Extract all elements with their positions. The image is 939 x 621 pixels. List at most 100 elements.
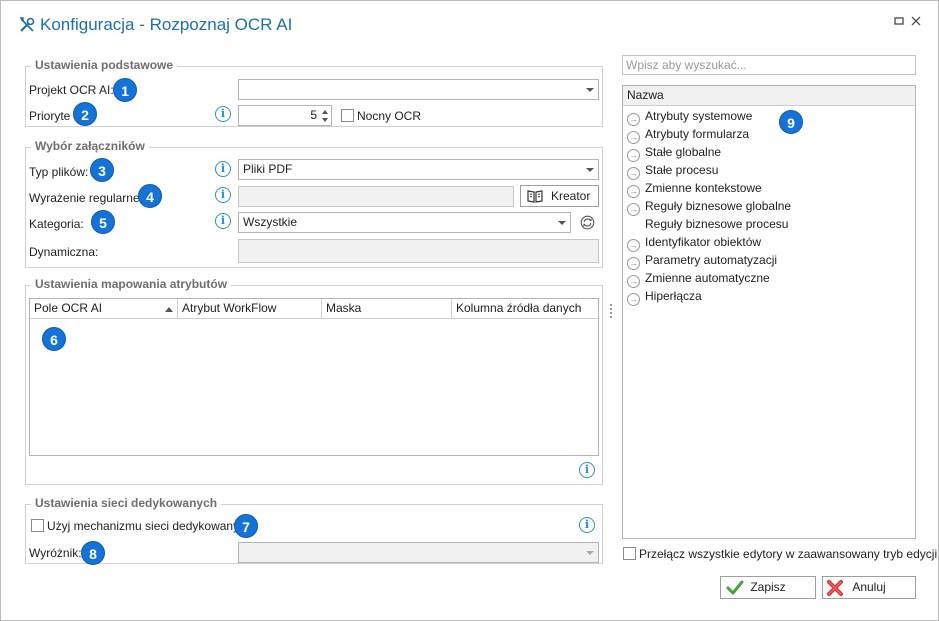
column-header-data-source[interactable]: Kolumna źródła danych [452, 299, 598, 319]
priority-stepper[interactable]: 5 [238, 105, 332, 126]
tree-item-label: Atrybuty formularza [645, 127, 750, 141]
info-icon[interactable]: i [579, 517, 595, 533]
column-header-workflow-attribute[interactable]: Atrybut WorkFlow [178, 299, 322, 319]
tree-item-label: Zmienne kontekstowe [645, 181, 762, 195]
window-title: Konfiguracja - Rozpoznaj OCR AI [40, 15, 293, 34]
close-icon [911, 16, 921, 26]
stepper-arrows-icon[interactable] [321, 108, 329, 124]
category-value: Wszystkie [243, 215, 297, 229]
tree-item[interactable]: → Atrybuty systemowe [627, 107, 753, 126]
priority-label: Prioryte [29, 109, 71, 123]
project-select[interactable] [238, 79, 599, 100]
tree-item-label: Reguły biznesowe globalne [645, 199, 792, 213]
file-type-value: Pliki PDF [243, 162, 293, 176]
dynamic-label: Dynamiczna: [29, 245, 99, 259]
info-icon[interactable]: i [215, 187, 231, 203]
category-select[interactable]: Wszystkie [238, 212, 571, 233]
wizard-button[interactable]: Kreator [520, 185, 599, 207]
regex-input[interactable] [238, 186, 514, 207]
badge-9: 9 [779, 110, 803, 134]
maximize-icon [894, 17, 904, 25]
refresh-icon[interactable] [580, 215, 595, 230]
night-ocr-label: Nocny OCR [357, 109, 422, 123]
mapping-table[interactable]: Pole OCR AI Atrybut WorkFlow Maska Kolum… [29, 298, 599, 456]
cancel-label: Anuluj [852, 580, 886, 594]
mapping-legend: Ustawienia mapowania atrybutów [31, 277, 232, 291]
sort-asc-icon [165, 307, 173, 312]
tree-item[interactable]: → Stałe procesu [627, 161, 719, 180]
arrow-right-circle-icon: → [627, 293, 640, 306]
info-icon[interactable]: i [215, 106, 231, 122]
info-icon[interactable]: i [215, 161, 231, 177]
badge-6: 6 [42, 327, 66, 351]
tree-item[interactable]: → Reguły biznesowe globalne [627, 197, 792, 216]
badge-5: 5 [91, 210, 115, 234]
close-button[interactable] [909, 15, 923, 29]
advanced-mode-label: Przełącz wszystkie edytory w zaawansowan… [639, 547, 938, 561]
tree-item[interactable]: Reguły biznesowe procesu [627, 215, 788, 233]
chevron-down-icon [558, 221, 566, 225]
column-header-label: Maska [326, 301, 362, 315]
column-header-ocr-field[interactable]: Pole OCR AI [30, 299, 178, 319]
basic-settings-legend: Ustawienia podstawowe [31, 58, 178, 72]
cancel-icon [827, 580, 843, 596]
column-header-mask[interactable]: Maska [322, 299, 452, 319]
category-label: Kategoria: [29, 217, 84, 231]
use-network-label: Użyj mechanizmu sieci dedykowanych [47, 519, 252, 533]
dialog-window: Konfiguracja - Rozpoznaj OCR AI Ustawien… [0, 0, 939, 621]
project-label: Projekt OCR AI: [29, 83, 114, 97]
checkmark-icon [726, 580, 744, 595]
tree-item-label: Stałe globalne [645, 145, 722, 159]
tree-item-label: Stałe procesu [645, 163, 719, 177]
column-header-label: Kolumna źródła danych [456, 301, 582, 315]
file-type-label: Typ plików: [29, 165, 89, 179]
splitter-handle[interactable] [610, 304, 612, 318]
wizard-label: Kreator [551, 189, 591, 203]
cancel-button[interactable]: Anuluj [822, 576, 916, 599]
info-icon[interactable]: i [579, 462, 595, 478]
tree-item-label: Atrybuty systemowe [645, 109, 753, 123]
search-input[interactable]: Wpisz aby wyszukać... [622, 55, 916, 75]
tools-icon [20, 17, 35, 32]
tree-item[interactable]: → Atrybuty formularza [627, 125, 750, 144]
tree-header[interactable]: Nazwa [623, 86, 915, 106]
tree-item[interactable]: → Zmienne automatyczne [627, 269, 770, 288]
save-label: Zapisz [750, 580, 786, 594]
priority-value: 5 [310, 108, 317, 122]
tree-item-label: Parametry automatyzacji [645, 253, 778, 267]
tree-item-label: Reguły biznesowe procesu [645, 217, 789, 231]
attachments-legend: Wybór załączników [31, 139, 149, 153]
tree-item[interactable]: → Hiperłącza [627, 287, 702, 306]
tree-item-label: Hiperłącza [645, 289, 702, 303]
tree-item[interactable]: → Identyfikator obiektów [627, 233, 762, 252]
tree-item[interactable]: → Parametry automatyzacji [627, 251, 778, 270]
mapping-table-header: Pole OCR AI Atrybut WorkFlow Maska Kolum… [30, 299, 598, 319]
dynamic-input[interactable] [238, 239, 599, 263]
chevron-down-icon [586, 88, 594, 92]
column-header-label: Pole OCR AI [34, 301, 103, 315]
use-network-checkbox[interactable] [31, 519, 44, 532]
book-icon [527, 190, 543, 203]
fields-tree: Nazwa → Atrybuty systemowe → Atrybuty formu… [622, 85, 916, 539]
info-icon[interactable]: i [215, 213, 231, 229]
maximize-button[interactable] [892, 15, 906, 29]
marker-label: Wyróżnik: [29, 546, 82, 560]
chevron-down-icon [586, 168, 594, 172]
tree-item-label: Identyfikator obiektów [645, 235, 762, 249]
marker-select[interactable] [238, 542, 599, 563]
regex-label: Wyrażenie regularne: [29, 191, 143, 205]
night-ocr-checkbox[interactable] [341, 109, 354, 122]
badge-7: 7 [234, 514, 258, 538]
badge-2: 2 [73, 102, 97, 126]
advanced-mode-checkbox[interactable] [623, 547, 636, 560]
save-button[interactable]: Zapisz [720, 576, 816, 599]
tree-item-label: Zmienne automatyczne [645, 271, 770, 285]
chevron-down-icon [586, 551, 594, 555]
badge-8: 8 [81, 541, 105, 565]
tree-item[interactable]: → Stałe globalne [627, 143, 722, 162]
tree-item[interactable]: → Zmienne kontekstowe [627, 179, 762, 198]
title-bar: Konfiguracja - Rozpoznaj OCR AI [1, 1, 938, 45]
badge-3: 3 [90, 158, 114, 182]
file-type-select[interactable]: Pliki PDF [238, 159, 599, 180]
badge-4: 4 [138, 184, 162, 208]
